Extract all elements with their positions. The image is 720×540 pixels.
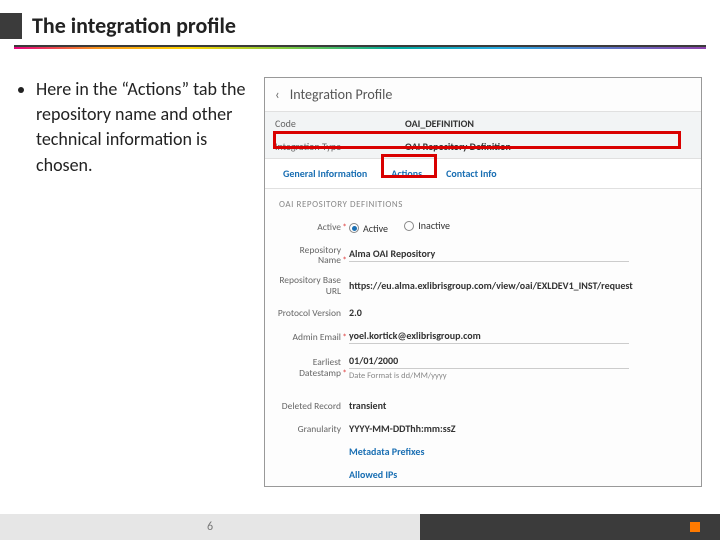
- page-title: Integration Profile: [290, 86, 393, 103]
- summary-code-label: Code: [275, 117, 385, 130]
- title-accent-block: [0, 13, 22, 39]
- page-number: 6: [207, 520, 213, 534]
- allowed-ips-link[interactable]: Allowed IPs: [349, 468, 689, 481]
- radio-dot-icon: [349, 223, 359, 233]
- base-url-value: https://eu.alma.exlibrisgroup.com/view/o…: [349, 279, 689, 292]
- field-label-repo-name: Repository Name *: [277, 245, 349, 266]
- granularity-value: YYYY-MM-DDThh:mm:ssZ: [349, 422, 689, 435]
- repository-name-field[interactable]: Alma OAI Repository: [349, 247, 629, 262]
- field-label-deleted: Deleted Record: [277, 401, 349, 411]
- highlight-box-actions-tab: [381, 154, 437, 178]
- bullet-item: Here in the “Actions” tab the repository…: [36, 77, 246, 178]
- admin-email-field[interactable]: yoel.kortick@exlibrisgroup.com: [349, 329, 629, 344]
- field-label-earliest: Earliest Datestamp *: [277, 357, 349, 378]
- tab-general[interactable]: General Information: [271, 159, 379, 188]
- back-chevron-icon[interactable]: ‹: [275, 86, 280, 103]
- field-label-protocol: Protocol Version: [277, 308, 349, 318]
- form-area: Active * Active Inactive Repository Name…: [265, 214, 701, 496]
- protocol-value: 2.0: [349, 306, 689, 319]
- radio-dot-icon: [404, 221, 414, 231]
- slide-title: The integration profile: [32, 12, 236, 39]
- footer-logo-icon: [690, 522, 700, 532]
- field-label-admin-email: Admin Email *: [277, 332, 349, 342]
- section-heading: OAI REPOSITORY DEFINITIONS: [265, 189, 701, 214]
- tab-contact[interactable]: Contact Info: [434, 159, 509, 188]
- bullet-list: Here in the “Actions” tab the repository…: [36, 77, 246, 487]
- app-screenshot: ‹ Integration Profile Code OAI_DEFINITIO…: [264, 77, 702, 487]
- earliest-datestamp-field[interactable]: 01/01/2000: [349, 354, 629, 369]
- field-label-granularity: Granularity: [277, 424, 349, 434]
- date-format-help: Date Format is dd/MM/yyyy: [349, 369, 689, 381]
- metadata-prefixes-link[interactable]: Metadata Prefixes: [349, 445, 689, 458]
- slide-title-bar: The integration profile: [0, 0, 720, 39]
- highlight-box-integration-type: [273, 131, 681, 149]
- field-label-active: Active *: [277, 222, 349, 232]
- radio-inactive[interactable]: Inactive: [404, 219, 450, 232]
- summary-code-value: OAI_DEFINITION: [405, 117, 474, 130]
- tabs-bar: General Information Actions Contact Info: [265, 159, 701, 189]
- field-label-base-url: Repository Base URL: [277, 275, 349, 296]
- slide-footer: 6: [0, 514, 720, 540]
- radio-active[interactable]: Active: [349, 222, 388, 235]
- deleted-record-value: transient: [349, 399, 689, 412]
